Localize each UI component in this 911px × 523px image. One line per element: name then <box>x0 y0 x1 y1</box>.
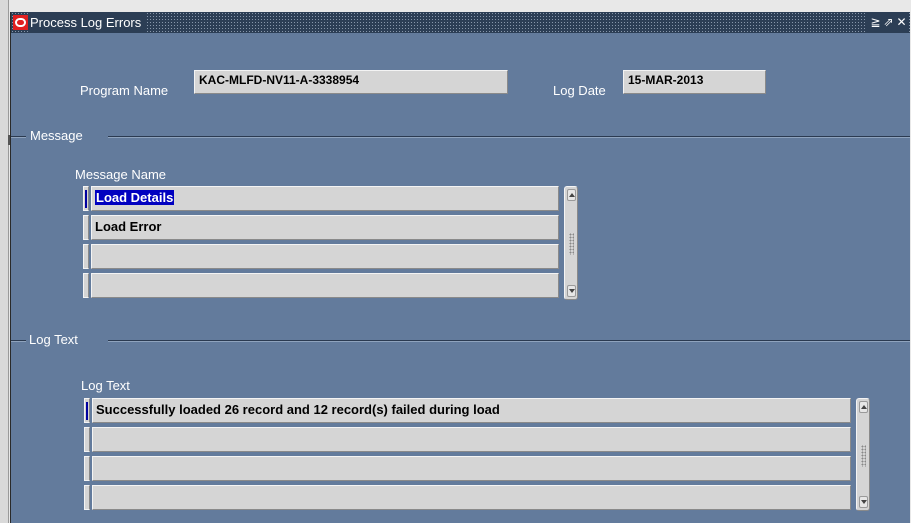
program-name-field[interactable]: KAC-MLFD-NV11-A-3338954 <box>194 70 508 94</box>
frame-divider <box>8 0 9 523</box>
message-section-rule <box>108 136 910 138</box>
message-name-cell[interactable] <box>91 273 559 298</box>
close-icon[interactable]: ✕ <box>895 13 908 32</box>
row-indicator[interactable] <box>83 244 89 269</box>
message-section-title: Message <box>30 128 83 143</box>
row-indicator[interactable] <box>84 485 90 510</box>
log-row[interactable] <box>84 485 851 510</box>
row-indicator[interactable] <box>83 186 89 211</box>
minimize-icon[interactable]: ≧ <box>869 13 882 32</box>
scroll-down-arrow-icon[interactable] <box>859 496 868 508</box>
message-row[interactable]: Load Details <box>83 186 559 211</box>
log-text-cell[interactable]: Successfully loaded 26 record and 12 rec… <box>92 398 851 423</box>
log-row[interactable] <box>84 427 851 452</box>
left-frame-bar <box>0 0 10 523</box>
log-row[interactable]: Successfully loaded 26 record and 12 rec… <box>84 398 851 423</box>
message-name-cell[interactable]: Load Error <box>91 215 559 240</box>
message-row[interactable] <box>83 273 559 298</box>
log-date-label: Log Date <box>553 83 606 98</box>
window-title: Process Log Errors <box>30 13 148 32</box>
row-indicator[interactable] <box>83 273 89 298</box>
log-text-cell[interactable] <box>92 485 851 510</box>
log-text-scrollbar[interactable] <box>856 398 870 511</box>
message-name-text: Load Details <box>95 190 175 205</box>
message-row[interactable]: Load Error <box>83 215 559 240</box>
program-name-label: Program Name <box>80 83 169 98</box>
scroll-grip-icon[interactable] <box>569 233 574 255</box>
window-controls: ≧ ⇗ ✕ <box>865 13 908 32</box>
row-indicator[interactable] <box>84 456 90 481</box>
process-log-errors-window: Process Log Errors ≧ ⇗ ✕ Program Name KAC-… <box>10 12 910 523</box>
log-section-rule-left <box>11 340 26 342</box>
scroll-up-arrow-icon[interactable] <box>859 401 868 413</box>
log-date-field[interactable]: 15-MAR-2013 <box>623 70 766 94</box>
message-scrollbar[interactable] <box>564 186 578 300</box>
row-indicator[interactable] <box>84 398 90 423</box>
log-row[interactable] <box>84 456 851 481</box>
message-section-rule-left <box>11 136 26 138</box>
log-text-cell[interactable] <box>92 427 851 452</box>
log-text-cell[interactable] <box>92 456 851 481</box>
log-text-section-title: Log Text <box>29 332 78 347</box>
scroll-grip-icon[interactable] <box>861 445 866 467</box>
message-row[interactable] <box>83 244 559 269</box>
log-text-column-label: Log Text <box>81 378 130 393</box>
title-bar[interactable]: Process Log Errors ≧ ⇗ ✕ <box>11 12 910 33</box>
message-name-cell[interactable]: Load Details <box>91 186 559 211</box>
row-indicator[interactable] <box>83 215 89 240</box>
message-name-column-label: Message Name <box>75 167 167 182</box>
message-name-cell[interactable] <box>91 244 559 269</box>
log-section-rule <box>108 340 910 342</box>
maximize-icon[interactable]: ⇗ <box>882 13 895 32</box>
scroll-up-arrow-icon[interactable] <box>567 189 576 201</box>
oracle-o-icon <box>13 15 28 30</box>
row-indicator[interactable] <box>84 427 90 452</box>
scroll-down-arrow-icon[interactable] <box>567 285 576 297</box>
